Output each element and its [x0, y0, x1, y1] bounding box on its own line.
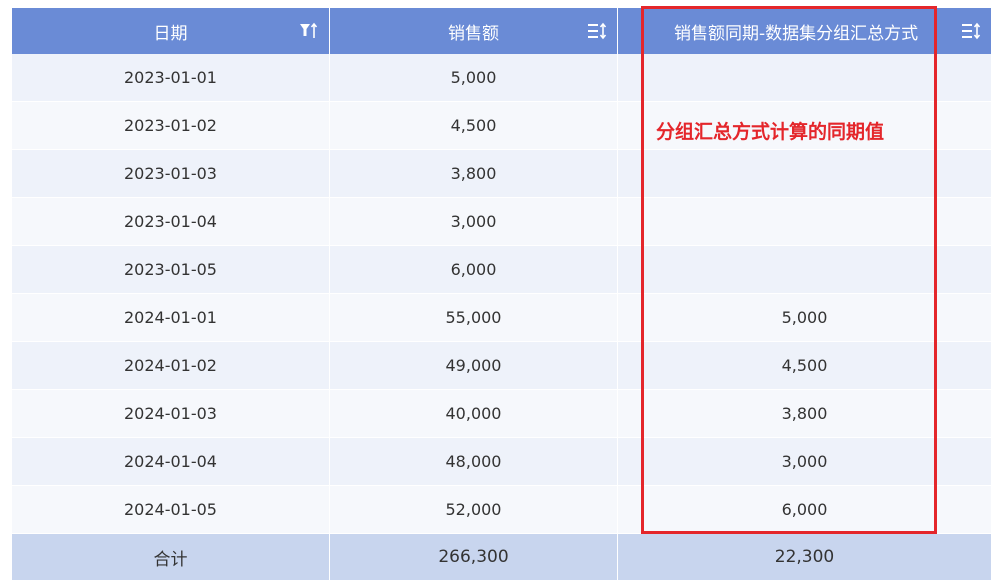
cell-sales: 4,500	[330, 102, 618, 149]
cell-sales: 40,000	[330, 390, 618, 437]
cell-date: 2023-01-02	[12, 102, 330, 149]
cell-date: 2023-01-04	[12, 198, 330, 245]
cell-sales-yoy: 4,500	[618, 342, 991, 389]
table-row: 2023-01-04 3,000	[12, 198, 991, 246]
annotation-text: 分组汇总方式计算的同期值	[656, 121, 885, 143]
cell-sales: 3,000	[330, 198, 618, 245]
cell-date: 2023-01-03	[12, 150, 330, 197]
column-header-label: 日期	[153, 23, 188, 44]
table-total-row: 合计 266,300 22,300	[12, 534, 991, 580]
cell-sales: 49,000	[330, 342, 618, 389]
table-row: 2024-01-04 48,000 3,000	[12, 438, 991, 486]
cell-sales: 6,000	[330, 246, 618, 293]
cell-date: 2024-01-03	[12, 390, 330, 437]
cell-sales: 52,000	[330, 486, 618, 533]
table-row: 2024-01-05 52,000 6,000	[12, 486, 991, 534]
cell-sales-yoy	[618, 246, 991, 293]
cell-sales-yoy	[618, 198, 991, 245]
table-row: 2023-01-01 5,000	[12, 54, 991, 102]
table-row: 2024-01-03 40,000 3,800	[12, 390, 991, 438]
cell-sales: 5,000	[330, 54, 618, 101]
cell-sales-yoy: 3,000	[618, 438, 991, 485]
sort-icon[interactable]	[587, 21, 607, 41]
column-header-sales-yoy[interactable]: 销售额同期-数据集分组汇总方式	[618, 8, 991, 54]
filter-sort-icon[interactable]	[299, 21, 319, 41]
column-header-label: 销售额	[448, 23, 499, 44]
column-header-date[interactable]: 日期	[12, 8, 330, 54]
table-row: 2024-01-01 55,000 5,000	[12, 294, 991, 342]
cell-sales-yoy: 5,000	[618, 294, 991, 341]
cell-date: 2023-01-05	[12, 246, 330, 293]
table-row: 2023-01-03 3,800	[12, 150, 991, 198]
table-header-row: 日期 销售额 销售额同期-数据集分组汇总方式	[12, 8, 991, 54]
total-sales: 266,300	[330, 534, 618, 580]
column-header-sales[interactable]: 销售额	[330, 8, 618, 54]
table-row: 2023-01-05 6,000	[12, 246, 991, 294]
cell-sales: 48,000	[330, 438, 618, 485]
cell-sales-yoy: 6,000	[618, 486, 991, 533]
cell-date: 2023-01-01	[12, 54, 330, 101]
sort-icon[interactable]	[961, 21, 981, 41]
table-row: 2024-01-02 49,000 4,500	[12, 342, 991, 390]
cell-sales: 55,000	[330, 294, 618, 341]
cell-sales-yoy: 3,800	[618, 390, 991, 437]
cell-date: 2024-01-05	[12, 486, 330, 533]
cell-sales-yoy	[618, 150, 991, 197]
cell-date: 2024-01-01	[12, 294, 330, 341]
cell-date: 2024-01-02	[12, 342, 330, 389]
data-table: 日期 销售额 销售额同期-数据集分组汇总方式 2023-01-01 5,000 …	[12, 8, 991, 580]
cell-date: 2024-01-04	[12, 438, 330, 485]
cell-sales-yoy	[618, 54, 991, 101]
column-header-label: 销售额同期-数据集分组汇总方式	[674, 23, 919, 44]
total-sales-yoy: 22,300	[618, 534, 991, 580]
total-label: 合计	[12, 534, 330, 580]
cell-sales: 3,800	[330, 150, 618, 197]
